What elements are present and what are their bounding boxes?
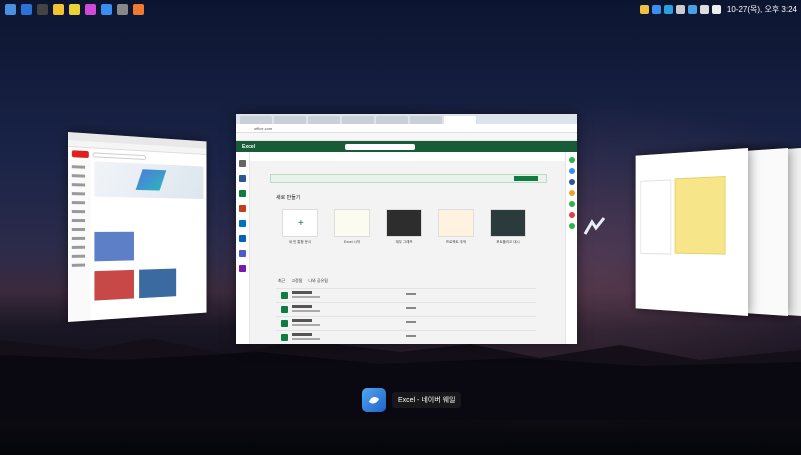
template-finance[interactable] — [386, 209, 422, 237]
template-blank[interactable]: + — [282, 209, 318, 237]
excel-icon[interactable] — [239, 190, 246, 197]
rail-icon[interactable] — [569, 190, 575, 196]
files-tabs: 최근 고정됨 나와 공유됨 — [278, 278, 328, 284]
template-label: Excel 시작 — [344, 240, 360, 244]
left-rail — [236, 152, 250, 344]
rail-icon[interactable] — [569, 212, 575, 218]
tab-strip — [236, 114, 577, 124]
youtube-logo[interactable] — [71, 149, 89, 158]
browser-tab-active[interactable] — [444, 116, 476, 124]
app-icon-7[interactable] — [101, 4, 112, 15]
rail-icon[interactable] — [569, 223, 575, 229]
browser-tab[interactable] — [308, 116, 340, 124]
whale-icon — [369, 397, 379, 404]
active-app-indicator[interactable]: Excel - 네이버 웨일 — [362, 388, 462, 412]
browser-tab[interactable] — [274, 116, 306, 124]
template-project[interactable] — [438, 209, 474, 237]
onenote-icon[interactable] — [239, 265, 246, 272]
tray-icon-3[interactable] — [663, 5, 673, 14]
clock[interactable]: 10-27(목), 오후 3:24 — [727, 4, 797, 15]
rail-icon[interactable] — [569, 157, 575, 163]
tab-shared[interactable]: 나와 공유됨 — [308, 278, 328, 284]
template-label: 새 빈 통합 문서 — [288, 240, 312, 244]
file-row[interactable] — [276, 316, 536, 330]
memo-list — [640, 179, 672, 255]
template-label: 재무 그래프 — [395, 240, 413, 244]
browser-tab[interactable] — [410, 116, 442, 124]
app-icon-9[interactable] — [133, 4, 144, 15]
browser-tab[interactable] — [376, 116, 408, 124]
info-banner — [270, 174, 547, 183]
app-icon-8[interactable] — [117, 4, 128, 15]
powerpoint-icon[interactable] — [239, 205, 246, 212]
app-icon-1[interactable] — [5, 4, 16, 15]
rail-icon[interactable] — [569, 201, 575, 207]
whale-browser-icon[interactable] — [362, 388, 386, 412]
tray-icon-4[interactable] — [675, 5, 685, 14]
new-section-title: 새로 만들기 — [276, 195, 301, 201]
video-thumbnail[interactable] — [94, 231, 134, 262]
app-title[interactable]: Excel — [242, 144, 255, 150]
app-icon-2[interactable] — [21, 4, 32, 15]
template-start[interactable] — [334, 209, 370, 237]
file-row[interactable] — [276, 330, 536, 344]
top-bar: 10-27(목), 오후 3:24 — [0, 0, 801, 20]
rail-icon[interactable] — [569, 179, 575, 185]
tray-icon-6[interactable] — [699, 5, 709, 14]
notice-bar — [250, 152, 565, 161]
tab-pinned[interactable]: 고정됨 — [291, 278, 302, 284]
search-input[interactable] — [345, 143, 416, 150]
channel-banner — [94, 161, 204, 200]
app-icon-6[interactable] — [85, 4, 96, 15]
word-icon[interactable] — [239, 175, 246, 182]
decorative-arrow-icon — [583, 217, 606, 235]
app-icon-4[interactable] — [53, 4, 64, 15]
tray-icon-7[interactable] — [711, 5, 721, 14]
address-text[interactable]: office.com — [254, 126, 272, 131]
rail-icon[interactable] — [569, 168, 575, 174]
onedrive-icon[interactable] — [239, 235, 246, 242]
right-rail — [565, 152, 577, 344]
video-thumbnail[interactable] — [94, 269, 134, 301]
tray-icon-5[interactable] — [687, 5, 697, 14]
app-icon-5[interactable] — [69, 4, 80, 15]
teams-icon[interactable] — [239, 250, 246, 257]
file-row[interactable] — [276, 302, 536, 316]
browser-tab[interactable] — [342, 116, 374, 124]
address-bar[interactable]: office.com — [236, 124, 577, 133]
sticky-note[interactable] — [674, 176, 726, 255]
banner-button[interactable] — [514, 176, 538, 181]
video-thumbnail[interactable] — [139, 268, 177, 299]
outlook-icon[interactable] — [239, 220, 246, 227]
tab-recent[interactable]: 최근 — [278, 278, 285, 284]
browser-tab[interactable] — [240, 116, 272, 124]
bookmarks-bar — [236, 133, 577, 141]
youtube-search[interactable] — [92, 151, 147, 160]
youtube-sidebar — [68, 159, 91, 322]
app-icon-3[interactable] — [37, 4, 48, 15]
system-tray: 10-27(목), 오후 3:24 — [639, 4, 797, 15]
home-icon[interactable] — [239, 160, 246, 167]
youtube-window[interactable] — [68, 132, 207, 322]
file-row[interactable] — [276, 288, 536, 302]
excel-header: Excel — [236, 141, 577, 152]
template-label: 프로젝트 추적 — [445, 240, 467, 244]
app-name-label: Excel - 네이버 웨일 — [392, 392, 462, 408]
template-portfolio[interactable] — [490, 209, 526, 237]
tray-icon-1[interactable] — [639, 5, 649, 14]
quick-launch — [5, 4, 144, 15]
excel-browser-window[interactable]: office.com Excel 새로 만들기 + 새 빈 통합 문서 Exce… — [236, 114, 577, 344]
memo-window[interactable] — [635, 148, 748, 316]
template-label: 포트폴리오 대시 — [496, 240, 520, 244]
tray-icon-2[interactable] — [651, 5, 661, 14]
excel-home: 새로 만들기 + 새 빈 통합 문서 Excel 시작 재무 그래프 프로젝트 … — [236, 152, 577, 344]
